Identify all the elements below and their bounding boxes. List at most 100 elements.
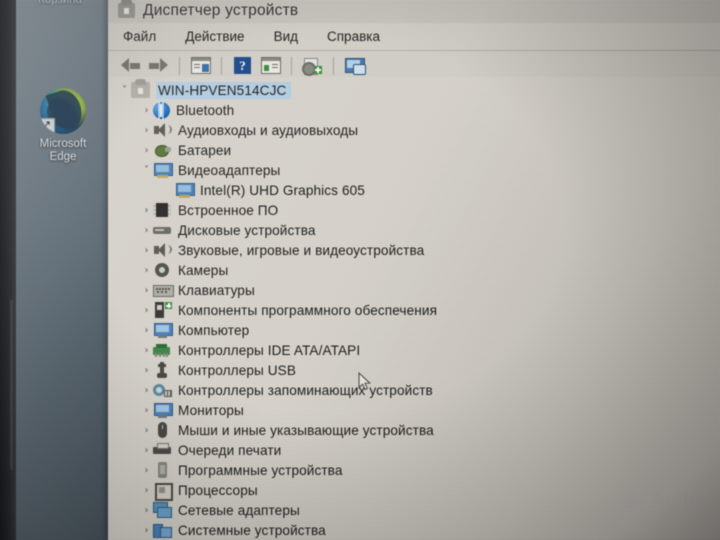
tree-item[interactable]: › Bluetooth [108, 100, 720, 120]
photographed-screen: Корзина ↗ Microsoft Edge Диспетчер устро… [0, 0, 720, 540]
tree-item[interactable]: › Встроенное ПО [108, 200, 720, 220]
chevron-right-icon[interactable]: › [140, 145, 153, 156]
chevron-right-icon[interactable]: › [140, 365, 153, 376]
tree-item[interactable]: › Очереди печати [108, 440, 720, 460]
device-manager-window: Диспетчер устройств Файл Действие Вид Сп… [108, 0, 720, 540]
back-button[interactable] [118, 55, 143, 77]
forward-arrow-icon [149, 58, 168, 73]
tree-item[interactable]: › Программные устройства [108, 460, 720, 480]
tree-item-label: Intel(R) UHD Graphics 605 [200, 182, 365, 198]
chevron-right-icon[interactable]: › [140, 225, 153, 236]
properties-button[interactable] [258, 55, 283, 77]
software-device-icon [153, 462, 172, 478]
chevron-right-icon[interactable]: › [140, 425, 153, 436]
avito-logo-icon [623, 491, 645, 511]
back-arrow-icon [121, 58, 140, 73]
tree-item[interactable]: › Мыши и иные указывающие устройства [108, 420, 720, 440]
monitor-icon [153, 402, 173, 418]
help-icon: ? [234, 57, 251, 74]
device-tree[interactable]: ˅ WIN-HPVEN514CJC › Bluetooth › Аудиовходы и … [108, 77, 720, 540]
tree-item-label: WIN-HPVEN514CJC [156, 81, 292, 99]
battery-icon [153, 142, 172, 158]
update-driver-icon [344, 57, 366, 75]
toolbar-separator [221, 56, 222, 75]
tree-item[interactable]: › Мониторы [108, 400, 720, 420]
chevron-right-icon[interactable]: › [140, 445, 153, 456]
tree-item-label: Компьютер [178, 322, 250, 338]
chevron-down-icon[interactable]: ˅ [140, 165, 153, 176]
properties-icon [260, 57, 281, 74]
display-adapter-icon [175, 182, 195, 198]
tree-item[interactable]: › Контроллеры USB [108, 360, 720, 380]
recycle-bin-label: Корзина [38, 0, 82, 6]
menu-bar: Файл Действие Вид Справка [108, 23, 720, 51]
processor-icon [153, 482, 173, 501]
menu-item-action[interactable]: Действие [182, 27, 247, 46]
tree-item[interactable]: › Звуковые, игровые и видеоустройства [108, 240, 720, 260]
tree-item-label: Камеры [178, 262, 229, 278]
tree-item-label: Процессоры [178, 482, 258, 498]
desktop-icon-microsoft-edge[interactable]: ↗ Microsoft Edge [18, 88, 108, 164]
toolbar-separator [179, 56, 180, 75]
tree-item[interactable]: › Батареи [108, 140, 720, 160]
avito-watermark: Avito [623, 488, 702, 514]
chevron-right-icon[interactable]: › [140, 485, 153, 496]
ide-controller-icon [153, 342, 172, 358]
tree-item-label: Встроенное ПО [178, 202, 279, 218]
computer-root-icon [131, 79, 150, 98]
update-driver-button[interactable] [342, 55, 367, 77]
tree-item-label: Видеоадаптеры [178, 162, 281, 178]
chevron-right-icon[interactable]: › [140, 405, 153, 416]
tree-item-label: Bluetooth [176, 102, 235, 118]
tree-item[interactable]: ˅ Видеоадаптеры [108, 160, 720, 180]
show-hide-console-tree-icon [190, 57, 211, 74]
tree-item[interactable]: › Дисковые устройства [108, 220, 720, 240]
chevron-right-icon[interactable]: › [140, 505, 153, 516]
toolbar-separator [333, 56, 334, 75]
chevron-right-icon[interactable]: › [140, 345, 153, 356]
help-button[interactable]: ? [230, 55, 255, 77]
tree-item[interactable]: › Клавиатуры [108, 280, 720, 300]
chevron-right-icon[interactable]: › [140, 285, 153, 296]
laptop-bezel [0, 0, 16, 540]
desktop-background [14, 0, 116, 540]
tree-item[interactable]: Intel(R) UHD Graphics 605 [108, 180, 720, 200]
chevron-right-icon[interactable]: › [140, 105, 153, 116]
tree-item[interactable]: › Аудиовходы и аудиовыходы [108, 120, 720, 140]
avito-watermark-label: Avito [650, 488, 702, 513]
tree-item[interactable]: › Камеры [108, 260, 720, 280]
tree-item-label: Звуковые, игровые и видеоустройства [178, 242, 425, 258]
chevron-down-icon[interactable]: ˅ [118, 85, 131, 96]
window-titlebar[interactable]: Диспетчер устройств [108, 0, 720, 23]
tree-item-label: Сетевые адаптеры [178, 502, 300, 518]
tree-item[interactable]: › Компьютер [108, 320, 720, 340]
edge-label-line2: Edge [49, 151, 77, 163]
tree-item-label: Контроллеры запоминающих устройств [178, 382, 433, 398]
tree-item-label: Системные устройства [178, 522, 326, 538]
camera-icon [153, 262, 172, 278]
tree-item[interactable]: › Компоненты программного обеспечения [108, 300, 720, 320]
network-adapter-icon [153, 502, 172, 518]
tree-item[interactable]: › Контроллеры запоминающих устройств [108, 380, 720, 400]
chevron-right-icon[interactable]: › [140, 305, 153, 316]
bezel-highlight [10, 300, 13, 470]
menu-item-help[interactable]: Справка [324, 27, 383, 46]
chevron-right-icon[interactable]: › [140, 385, 153, 396]
chevron-right-icon[interactable]: › [140, 465, 153, 476]
chevron-right-icon[interactable]: › [140, 525, 153, 536]
menu-item-view[interactable]: Вид [271, 27, 301, 46]
desktop-icon-recycle-bin[interactable]: Корзина [14, 0, 106, 6]
chevron-right-icon[interactable]: › [140, 205, 153, 216]
chevron-right-icon[interactable]: › [140, 125, 153, 136]
menu-item-file[interactable]: Файл [120, 27, 159, 46]
show-console-tree-button[interactable] [188, 55, 213, 77]
chevron-right-icon[interactable]: › [140, 325, 153, 336]
tree-item[interactable]: › Системные устройства [108, 520, 720, 540]
print-queue-icon [153, 442, 172, 458]
chevron-right-icon[interactable]: › [140, 265, 153, 276]
tree-item[interactable]: ˅ WIN-HPVEN514CJC [108, 79, 720, 100]
forward-button[interactable] [146, 55, 171, 77]
chevron-right-icon[interactable]: › [140, 245, 153, 256]
tree-item[interactable]: › Контроллеры IDE ATA/ATAPI [108, 340, 720, 360]
scan-hardware-changes-button[interactable] [300, 55, 325, 77]
